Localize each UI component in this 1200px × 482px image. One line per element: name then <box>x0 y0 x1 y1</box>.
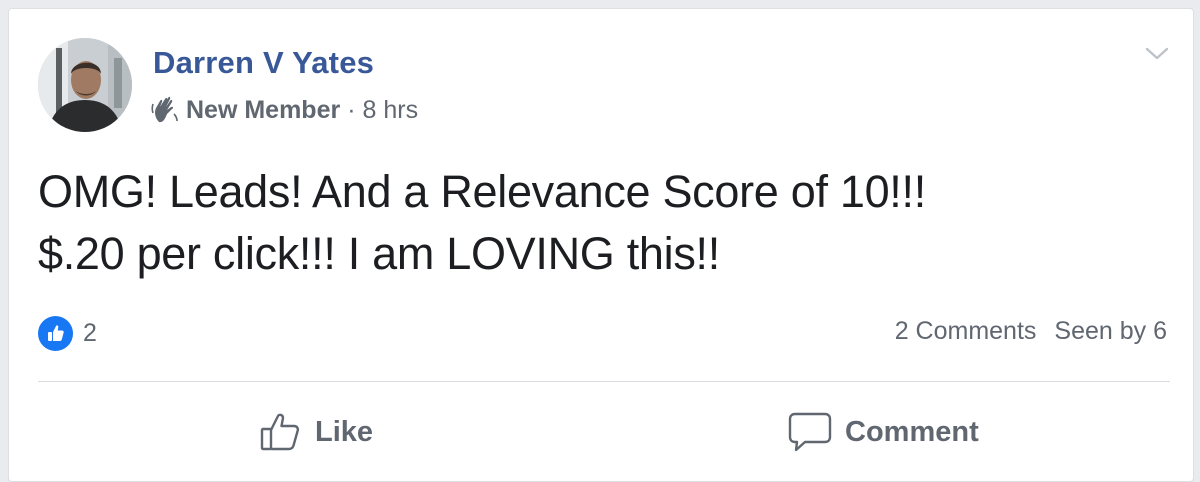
meta-separator: · <box>347 95 356 124</box>
post-text-line: OMG! Leads! And a Relevance Score of 10!… <box>38 166 926 217</box>
avatar-photo <box>38 38 132 132</box>
divider <box>38 381 1170 382</box>
post-card: Darren V Yates New Member · 8 hrs OMG! L… <box>8 8 1194 482</box>
post-text-line: $.20 per click!!! I am LOVING this!! <box>38 228 720 279</box>
like-label: Like <box>315 415 374 448</box>
comment-button[interactable]: Comment <box>787 407 979 457</box>
member-badge: New Member <box>186 95 341 124</box>
post-meta: New Member · 8 hrs <box>151 93 418 127</box>
reaction-count: 2 <box>83 318 97 347</box>
avatar[interactable] <box>38 38 132 132</box>
speech-bubble-icon <box>788 412 832 452</box>
comment-label: Comment <box>845 415 979 448</box>
thumbs-up-icon <box>260 413 300 451</box>
seen-by-link[interactable]: Seen by 6 <box>1054 317 1167 346</box>
wave-icon <box>151 96 178 123</box>
author-name[interactable]: Darren V Yates <box>153 45 374 81</box>
chevron-down-icon[interactable] <box>1144 45 1170 63</box>
like-button[interactable]: Like <box>259 407 373 457</box>
post-timestamp[interactable]: 8 hrs <box>363 96 419 125</box>
post-text: OMG! Leads! And a Relevance Score of 10!… <box>38 161 1158 285</box>
post-stats: 2 Comments Seen by 6 <box>895 317 1167 346</box>
like-icon <box>38 315 73 351</box>
comments-count-link[interactable]: 2 Comments <box>895 317 1037 346</box>
reactions-summary[interactable]: 2 <box>38 315 97 351</box>
